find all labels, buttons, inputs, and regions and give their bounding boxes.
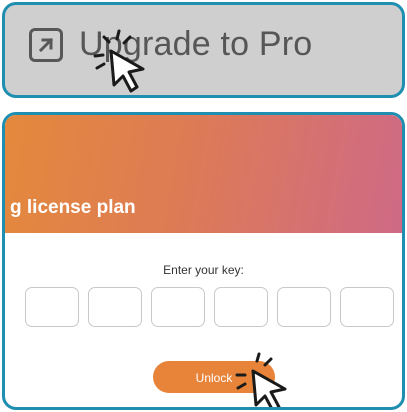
pointer-cursor-icon (93, 29, 145, 93)
external-link-arrow-icon (29, 27, 63, 62)
enter-key-label: Enter your key: (163, 263, 244, 277)
pointer-cursor-icon (235, 352, 287, 407)
upgrade-panel: Upgrade to Pro (2, 2, 405, 98)
upgrade-to-pro-button[interactable]: Upgrade to Pro (29, 25, 312, 64)
key-input-5[interactable] (277, 287, 331, 327)
license-plan-title: g license plan (10, 197, 136, 218)
license-header: g license plan (5, 115, 402, 233)
key-input-6[interactable] (340, 287, 394, 327)
key-input-3[interactable] (151, 287, 205, 327)
key-input-2[interactable] (88, 287, 142, 327)
license-panel: g license plan Enter your key: Unlock (2, 112, 405, 410)
key-input-4[interactable] (214, 287, 268, 327)
key-input-1[interactable] (25, 287, 79, 327)
